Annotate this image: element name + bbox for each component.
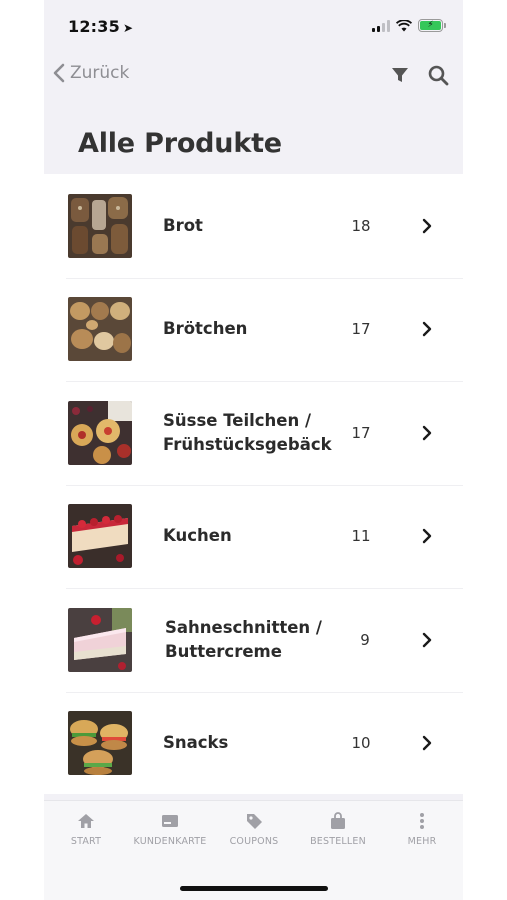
tab-bestellen[interactable]: BESTELLEN bbox=[296, 811, 380, 847]
card-icon bbox=[162, 815, 178, 827]
chevron-right-icon bbox=[422, 736, 432, 751]
tab-label: BESTELLEN bbox=[310, 836, 366, 847]
category-count: 18 bbox=[351, 216, 371, 235]
tab-mehr[interactable]: MEHR bbox=[380, 811, 463, 847]
category-label: Brötchen bbox=[163, 319, 248, 339]
category-label: Brot bbox=[163, 215, 203, 235]
tag-icon bbox=[247, 814, 262, 829]
tab-label: KUNDENKARTE bbox=[133, 836, 207, 847]
tab-bar: START KUNDENKARTE COUPONS BESTELLEN MEHR bbox=[44, 800, 463, 900]
bag-icon bbox=[331, 812, 345, 829]
cream-slice-image bbox=[68, 607, 132, 672]
status-bar: 12:35 ➤ ⚡ bbox=[44, 0, 463, 52]
status-time: 12:35 ➤ bbox=[68, 17, 133, 36]
cellular-signal-icon bbox=[372, 19, 390, 32]
tab-label: MEHR bbox=[407, 836, 437, 847]
page-title: Alle Produkte bbox=[78, 128, 282, 159]
category-count: 17 bbox=[351, 423, 371, 442]
category-row-brot[interactable]: Brot 18 bbox=[44, 174, 463, 278]
tab-label: START bbox=[70, 836, 102, 847]
rolls-image bbox=[68, 297, 132, 362]
chevron-right-icon bbox=[422, 218, 432, 233]
category-row-sahneschnitten[interactable]: Sahneschnitten / Buttercreme 9 bbox=[44, 588, 463, 692]
chevron-right-icon bbox=[422, 322, 432, 337]
navigation-bar: Zurück bbox=[44, 56, 463, 96]
category-count: 11 bbox=[351, 527, 371, 546]
tab-kundenkarte[interactable]: KUNDENKARTE bbox=[128, 811, 212, 847]
chevron-left-icon bbox=[53, 63, 65, 83]
home-icon bbox=[78, 814, 94, 828]
category-list: Brot 18 Brötchen 17 Süsse Teilchen / Frü… bbox=[44, 174, 463, 794]
category-count: 10 bbox=[351, 734, 371, 753]
back-button[interactable]: Zurück bbox=[52, 62, 129, 84]
tab-start[interactable]: START bbox=[44, 811, 128, 847]
category-row-kuchen[interactable]: Kuchen 11 bbox=[44, 484, 463, 589]
snacks-image bbox=[68, 711, 132, 776]
more-icon bbox=[420, 813, 424, 829]
tab-coupons[interactable]: COUPONS bbox=[212, 811, 296, 847]
app-screen: 12:35 ➤ ⚡ Zurück Alle Produkte Brot 18 B… bbox=[44, 0, 463, 900]
category-count: 9 bbox=[360, 630, 370, 649]
back-label: Zurück bbox=[70, 63, 130, 83]
filter-icon[interactable] bbox=[389, 64, 411, 86]
battery-icon: ⚡ bbox=[418, 19, 446, 32]
location-icon: ➤ bbox=[122, 21, 134, 35]
status-icons: ⚡ bbox=[372, 19, 446, 32]
home-indicator bbox=[180, 886, 328, 891]
chevron-right-icon bbox=[422, 632, 432, 647]
chevron-right-icon bbox=[422, 425, 432, 440]
category-count: 17 bbox=[351, 320, 371, 339]
category-label: Süsse Teilchen / Frühstücksgebäck bbox=[163, 410, 332, 454]
bread-image bbox=[68, 193, 132, 258]
pastry-image bbox=[68, 400, 132, 465]
nav-actions bbox=[389, 64, 449, 86]
cake-image bbox=[68, 504, 132, 569]
category-row-snacks[interactable]: Snacks 10 bbox=[44, 691, 463, 796]
wifi-icon bbox=[396, 19, 412, 31]
chevron-right-icon bbox=[422, 529, 432, 544]
tab-label: COUPONS bbox=[229, 836, 279, 847]
category-label: Kuchen bbox=[163, 526, 232, 546]
search-icon[interactable] bbox=[427, 64, 449, 86]
category-label: Sahneschnitten / Buttercreme bbox=[165, 617, 322, 661]
category-row-suesse-teilchen[interactable]: Süsse Teilchen / Frühstücksgebäck 17 bbox=[44, 381, 463, 485]
category-row-broetchen[interactable]: Brötchen 17 bbox=[44, 277, 463, 382]
category-label: Snacks bbox=[163, 733, 229, 753]
time-text: 12:35 bbox=[68, 17, 120, 36]
